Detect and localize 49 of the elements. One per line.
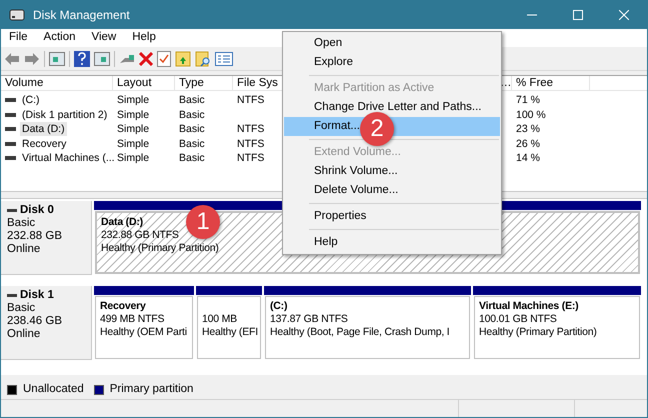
disk-name: Disk 0: [20, 204, 54, 217]
disk-size: 232.88 GB: [7, 230, 63, 243]
table-cell: Simple: [117, 122, 150, 136]
table-cell: Data (D:): [20, 122, 67, 136]
partition-status: Healthy (Primary Partition): [479, 326, 597, 339]
legend-label: Primary partition: [110, 382, 194, 398]
partition-size: 100.01 GB NTFS: [479, 313, 557, 326]
table-cell: Basic: [179, 136, 205, 151]
partition-status: Healthy (EFI: [202, 326, 258, 339]
partition-size: 137.87 GB NTFS: [270, 313, 348, 326]
disk-status: Online: [7, 328, 42, 341]
table-cell: Simple: [117, 136, 150, 151]
legend-label: Unallocated: [23, 382, 84, 398]
table-cell: Simple: [117, 151, 150, 166]
disk-type: Basic: [7, 302, 36, 315]
table-cell: Basic: [179, 93, 205, 108]
table-cell: Simple: [117, 93, 150, 108]
disk-status: Online: [7, 243, 42, 256]
partition-size: 499 MB NTFS: [100, 313, 164, 326]
partition-status: Healthy (Primary Partition): [101, 242, 219, 255]
window-title: Disk Management: [33, 7, 130, 24]
table-cell-text: (C:): [21, 93, 40, 108]
partition-status: Healthy (OEM Parti: [100, 326, 187, 339]
table-cell-text: (Disk 1 partition 2): [21, 108, 108, 122]
table-cell-text: Recovery: [21, 136, 68, 151]
disk-name: Disk 1: [20, 289, 54, 302]
table-cell: NTFS: [237, 122, 264, 136]
partition-size: 232.88 GB NTFS: [101, 229, 179, 242]
table-cell: NTFS: [237, 136, 264, 151]
partition-name: Data (D:): [101, 216, 143, 229]
partition-status: Healthy (Boot, Page File, Crash Dump, I: [270, 326, 450, 339]
table-cell: NTFS: [237, 93, 264, 108]
table-cell: 71 %: [516, 93, 540, 108]
table-cell: Basic: [179, 151, 205, 166]
table-cell: NTFS: [237, 151, 264, 166]
partition-name: Recovery: [100, 300, 146, 313]
table-cell-text: Virtual Machines (...: [21, 151, 116, 166]
table-cell: Basic: [179, 108, 205, 122]
table-cell: 14 %: [516, 151, 540, 166]
table-cell: Basic: [179, 122, 205, 136]
table-cell: Simple: [117, 108, 150, 122]
table-cell: 23 %: [516, 122, 540, 136]
table-cell: 26 %: [516, 136, 540, 151]
table-cell: 100 %: [516, 108, 546, 122]
disk-size: 238.46 GB: [7, 315, 63, 328]
partition-size: 100 MB: [202, 313, 237, 326]
partition-name: (C:): [270, 300, 288, 313]
disk-type: Basic: [7, 217, 36, 230]
partition-name: Virtual Machines (E:): [479, 300, 578, 313]
